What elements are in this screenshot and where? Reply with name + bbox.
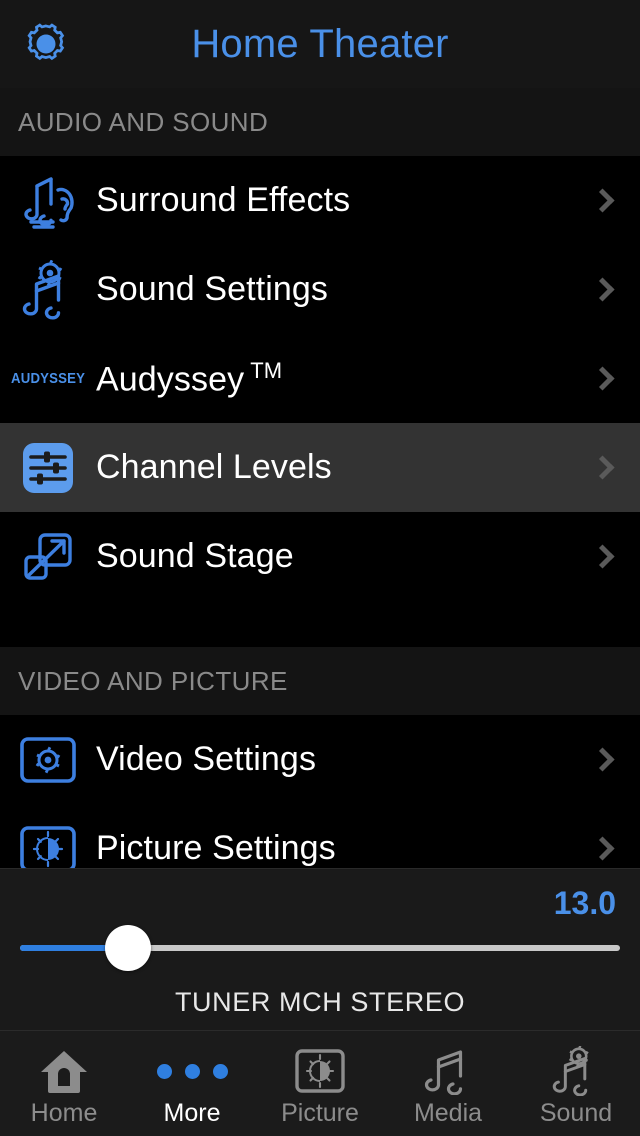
source-status-text: TUNER MCH STEREO [174, 987, 466, 1017]
dot [212, 1063, 228, 1079]
music-note-ear-icon [0, 156, 96, 245]
chevron-right-icon [570, 188, 640, 213]
tab-home[interactable]: Home [0, 1031, 128, 1136]
list-item-video-settings[interactable]: Video Settings [0, 715, 640, 804]
volume-thumb[interactable] [105, 925, 151, 971]
list-item-picture-settings[interactable]: Picture Settings [0, 804, 640, 868]
section-title: VIDEO AND PICTURE [18, 665, 288, 696]
gear-icon[interactable] [20, 18, 72, 70]
tab-bar: Home More Picture Media Sound [0, 1030, 640, 1136]
ellipsis-icon [156, 1045, 228, 1097]
list-item-label: Video Settings [96, 740, 317, 778]
video-list: Video Settings Picture Settings [0, 715, 640, 868]
screen-brightness-icon [294, 1045, 346, 1097]
chevron-right-icon [570, 836, 640, 861]
app-screen: Home Theater AUDIO AND SOUND Surround Ef… [0, 0, 640, 1136]
audio-list: Surround Effects Sound Settings AUDYSSEY… [0, 156, 640, 601]
tab-label: Picture [281, 1099, 359, 1127]
chevron-right-icon [570, 277, 640, 302]
tab-picture[interactable]: Picture [256, 1031, 384, 1136]
section-title: AUDIO AND SOUND [18, 106, 269, 137]
list-item-sound-stage[interactable]: Sound Stage [0, 512, 640, 601]
volume-slider[interactable] [20, 925, 620, 971]
chevron-right-icon [570, 747, 640, 772]
settings-list[interactable]: AUDIO AND SOUND Surround Effects Sound S… [0, 88, 640, 868]
list-item-surround-effects[interactable]: Surround Effects [0, 156, 640, 245]
volume-bar: 13.0 TUNER MCH STEREO [0, 868, 640, 1030]
list-item-audyssey[interactable]: AUDYSSEY Audyssey TM [0, 334, 640, 423]
section-header-video: VIDEO AND PICTURE [0, 647, 640, 715]
audyssey-logo-icon: AUDYSSEY [0, 334, 96, 423]
chevron-right-icon [570, 455, 640, 480]
section-divider [0, 601, 640, 647]
list-item-label: Channel Levels [96, 448, 332, 486]
tab-label: Home [30, 1099, 98, 1127]
dot [184, 1063, 200, 1079]
sliders-icon [0, 423, 96, 512]
list-item-label: Surround Effects [96, 181, 351, 219]
dot [156, 1063, 172, 1079]
list-item-label: Sound Stage [96, 537, 294, 575]
music-notes-icon [422, 1045, 474, 1097]
tab-more[interactable]: More [128, 1031, 256, 1136]
list-item-label: Sound Settings [96, 270, 329, 308]
chevron-right-icon [570, 544, 640, 569]
tab-media[interactable]: Media [384, 1031, 512, 1136]
tab-sound[interactable]: Sound [512, 1031, 640, 1136]
list-item-sound-settings[interactable]: Sound Settings [0, 245, 640, 334]
screen-gear-icon [0, 715, 96, 804]
list-item-label: Picture Settings [96, 829, 336, 867]
tab-label: Sound [539, 1099, 613, 1127]
list-item-label-text: Audyssey [96, 360, 245, 399]
home-icon [39, 1045, 89, 1097]
expand-arrow-icon [0, 512, 96, 601]
volume-value: 13.0 [553, 885, 616, 921]
page-title: Home Theater [191, 21, 449, 66]
tab-label: Media [413, 1099, 483, 1127]
music-note-gear-icon [549, 1045, 603, 1097]
music-note-gear-icon [0, 245, 96, 334]
tab-label: More [163, 1099, 221, 1127]
audyssey-logo-text: AUDYSSEY [10, 370, 86, 387]
list-item-label: Audyssey TM [96, 358, 570, 399]
list-item-channel-levels[interactable]: Channel Levels [0, 423, 640, 512]
app-header: Home Theater [0, 0, 640, 88]
screen-brightness-icon [0, 804, 96, 868]
trademark-mark: TM [250, 357, 283, 383]
chevron-right-icon [570, 366, 640, 391]
section-header-audio: AUDIO AND SOUND [0, 88, 640, 156]
